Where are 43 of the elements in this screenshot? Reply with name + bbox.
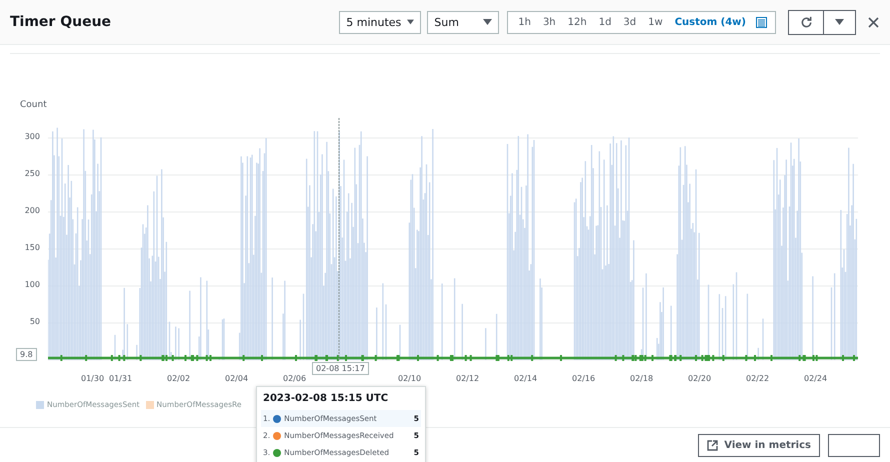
x-tick-label: 02/22 [746, 374, 770, 383]
x-tick-label: 02/20 [688, 374, 712, 383]
x-tick-label: 02/04 [225, 374, 248, 383]
dropdown-button[interactable] [823, 10, 855, 34]
close-icon [868, 16, 878, 28]
caret-icon [835, 19, 844, 25]
secondary-button[interactable] [828, 434, 880, 457]
x-tick-label: 01/31 [109, 374, 132, 383]
external-link-icon [707, 440, 718, 451]
period-dropdown[interactable]: 5 minutes [339, 10, 422, 34]
time-range-tab[interactable]: 1h [512, 12, 537, 32]
refresh-button[interactable] [789, 10, 823, 34]
y-tick-label: 300 [24, 132, 40, 141]
tooltip-title: 2023-02-08 15:15 UTC [263, 393, 390, 404]
caret-icon [483, 19, 492, 25]
x-tick-label: 01/30 [81, 374, 104, 383]
time-range-tab[interactable]: 12h [562, 12, 593, 32]
time-range-tab[interactable]: 1d [592, 12, 618, 32]
time-range-tab[interactable]: Custom (4w) [668, 12, 752, 32]
x-tick-label: 02/18 [630, 374, 654, 383]
y-tick-label: 150 [24, 243, 40, 252]
y-tick-label: 250 [24, 169, 40, 178]
x-tick-label: 02/12 [456, 374, 480, 383]
time-range-tab[interactable]: 3d [617, 12, 642, 32]
y-cursor-label: 9.8 [16, 348, 37, 361]
statistic-dropdown[interactable]: Sum [427, 10, 500, 34]
x-tick-label: 02/02 [167, 374, 190, 383]
x-tick-label: 02/10 [398, 374, 422, 383]
y-tick-label: 200 [24, 206, 40, 215]
widget-title: Timer Queue [10, 14, 112, 30]
y-tick-label: 50 [30, 317, 40, 326]
x-cursor-label: 02-08 15:17 [312, 362, 369, 375]
x-tick-label: 02/24 [804, 374, 828, 383]
y-tick-label: 100 [24, 280, 40, 289]
refresh-icon [800, 16, 812, 28]
caret-icon [407, 19, 414, 25]
axis-label: Count [20, 100, 47, 110]
time-range-tab[interactable]: 3h [536, 12, 562, 32]
x-tick-label: 02/06 [283, 374, 306, 383]
time-range-tab[interactable]: 1w [642, 12, 669, 32]
x-tick-label: 02/16 [572, 374, 596, 383]
x-tick-label: 02/14 [514, 374, 538, 383]
view-in-metrics-button[interactable]: View in metrics [698, 434, 820, 457]
